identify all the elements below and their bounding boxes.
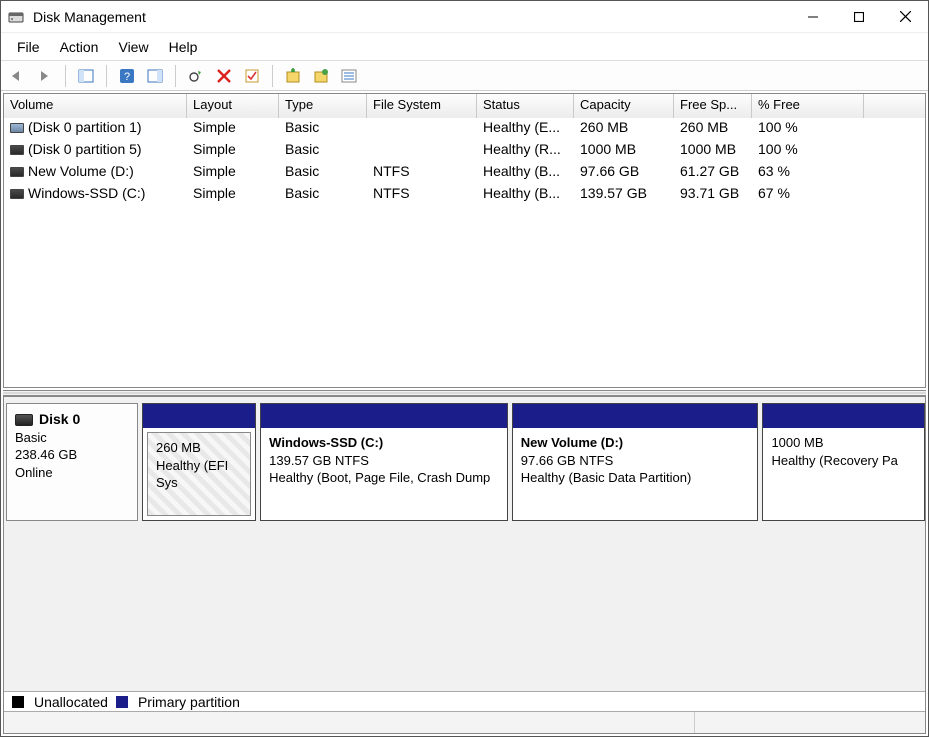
col-capacity[interactable]: Capacity	[574, 94, 674, 118]
part-status: Healthy (EFI Sys	[156, 457, 242, 492]
col-filesystem[interactable]: File System	[367, 94, 477, 118]
table-row[interactable]: (Disk 0 partition 5) Simple Basic Health…	[4, 140, 925, 162]
close-button[interactable]	[882, 1, 928, 33]
menu-action[interactable]: Action	[50, 37, 109, 57]
table-row[interactable]: New Volume (D:) Simple Basic NTFS Health…	[4, 162, 925, 184]
show-hide-action-pane-button[interactable]	[143, 64, 167, 88]
menu-file[interactable]: File	[7, 37, 50, 57]
col-freespace[interactable]: Free Sp...	[674, 94, 752, 118]
settings-top-button[interactable]	[281, 64, 305, 88]
partition-stripe	[143, 404, 255, 428]
col-status[interactable]: Status	[477, 94, 574, 118]
table-row[interactable]: Windows-SSD (C:) Simple Basic NTFS Healt…	[4, 184, 925, 206]
part-size: 139.57 GB NTFS	[269, 452, 499, 470]
partition-stripe	[763, 404, 924, 428]
volume-name: Windows-SSD (C:)	[28, 185, 145, 201]
status-bar	[4, 711, 925, 733]
volume-name: (Disk 0 partition 1)	[28, 119, 142, 135]
back-button[interactable]	[5, 64, 29, 88]
volume-name: New Volume (D:)	[28, 163, 134, 179]
title-bar: Disk Management	[1, 1, 928, 33]
partition-windows-ssd[interactable]: Windows-SSD (C:) 139.57 GB NTFS Healthy …	[260, 403, 508, 521]
cell-free: 260 MB	[674, 118, 752, 140]
part-size: 260 MB	[156, 439, 242, 457]
menu-help[interactable]: Help	[159, 37, 208, 57]
volume-icon	[10, 167, 24, 177]
help-button[interactable]: ?	[115, 64, 139, 88]
partition-strip: 260 MB Healthy (EFI Sys Windows-SSD (C:)…	[138, 403, 925, 521]
col-type[interactable]: Type	[279, 94, 367, 118]
volume-list-pane: Volume Layout Type File System Status Ca…	[3, 93, 926, 388]
legend-swatch-primary	[116, 696, 128, 708]
cell-cap: 260 MB	[574, 118, 674, 140]
part-size: 97.66 GB NTFS	[521, 452, 750, 470]
partition-stripe	[261, 404, 507, 428]
legend-unallocated: Unallocated	[34, 694, 108, 710]
partition-new-volume[interactable]: New Volume (D:) 97.66 GB NTFS Healthy (B…	[512, 403, 759, 521]
col-layout[interactable]: Layout	[187, 94, 279, 118]
part-title: Windows-SSD (C:)	[269, 434, 499, 452]
delete-button[interactable]	[212, 64, 236, 88]
part-status: Healthy (Boot, Page File, Crash Dump	[269, 469, 499, 487]
status-seg	[695, 712, 925, 733]
disk-state: Online	[15, 464, 129, 482]
volume-icon	[10, 123, 24, 133]
toolbar: ?	[1, 61, 928, 91]
col-pctfree[interactable]: % Free	[752, 94, 864, 118]
partition-efi[interactable]: 260 MB Healthy (EFI Sys	[142, 403, 256, 521]
cell-fs	[367, 118, 477, 140]
volume-name: (Disk 0 partition 5)	[28, 141, 142, 157]
forward-button[interactable]	[33, 64, 57, 88]
partition-recovery[interactable]: 1000 MB Healthy (Recovery Pa	[762, 403, 925, 521]
disk-size: 238.46 GB	[15, 446, 129, 464]
status-seg	[4, 712, 695, 733]
disk-type: Basic	[15, 429, 129, 447]
disk-graphic-pane: Disk 0 Basic 238.46 GB Online 260 MB Hea…	[3, 396, 926, 734]
maximize-button[interactable]	[836, 1, 882, 33]
refresh-button[interactable]	[184, 64, 208, 88]
properties-button[interactable]	[240, 64, 264, 88]
list-settings-button[interactable]	[337, 64, 361, 88]
disk-icon	[15, 414, 33, 426]
menu-view[interactable]: View	[108, 37, 158, 57]
svg-text:?: ?	[124, 71, 130, 83]
app-icon	[7, 8, 25, 26]
menu-bar: File Action View Help	[1, 33, 928, 61]
part-status: Healthy (Recovery Pa	[771, 452, 916, 470]
cell-layout: Simple	[187, 118, 279, 140]
part-status: Healthy (Basic Data Partition)	[521, 469, 750, 487]
legend-bar: Unallocated Primary partition	[4, 691, 925, 711]
disk-label[interactable]: Disk 0 Basic 238.46 GB Online	[6, 403, 138, 521]
settings-bottom-button[interactable]	[309, 64, 333, 88]
volume-rows: (Disk 0 partition 1) Simple Basic Health…	[4, 118, 925, 387]
legend-swatch-unallocated	[12, 696, 24, 708]
disk-row: Disk 0 Basic 238.46 GB Online 260 MB Hea…	[6, 403, 925, 521]
part-size: 1000 MB	[771, 434, 916, 452]
legend-primary: Primary partition	[138, 694, 240, 710]
show-hide-console-tree-button[interactable]	[74, 64, 98, 88]
window-title: Disk Management	[31, 9, 146, 25]
volume-icon	[10, 145, 24, 155]
cell-status: Healthy (E...	[477, 118, 574, 140]
column-header-row: Volume Layout Type File System Status Ca…	[4, 94, 925, 118]
cell-type: Basic	[279, 118, 367, 140]
table-row[interactable]: (Disk 0 partition 1) Simple Basic Health…	[4, 118, 925, 140]
minimize-button[interactable]	[790, 1, 836, 33]
disk-name: Disk 0	[39, 411, 80, 427]
cell-pct: 100 %	[752, 118, 864, 140]
volume-icon	[10, 189, 24, 199]
col-spacer	[864, 94, 925, 118]
part-title: New Volume (D:)	[521, 434, 750, 452]
col-volume[interactable]: Volume	[4, 94, 187, 118]
partition-stripe	[513, 404, 758, 428]
